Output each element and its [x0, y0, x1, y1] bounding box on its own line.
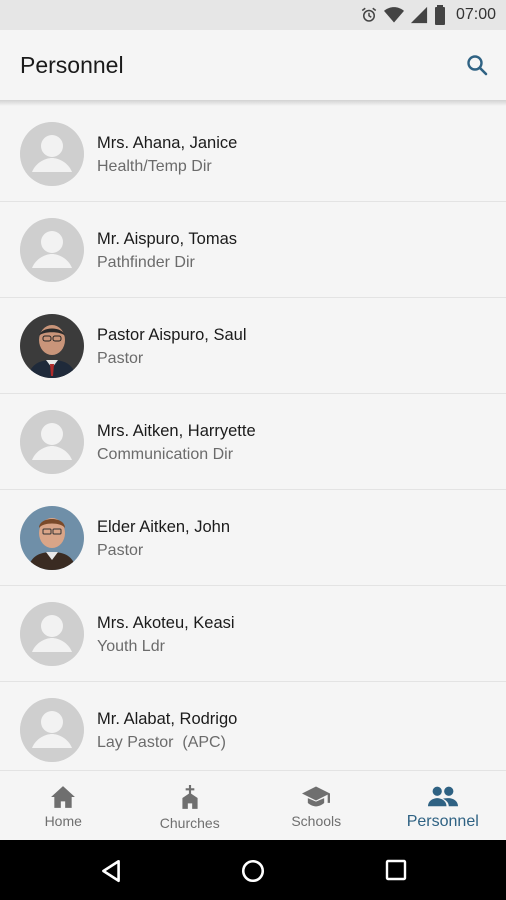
- list-item[interactable]: Mrs. Akoteu, Keasi Youth Ldr: [0, 586, 506, 682]
- person-role: Communication Dir: [97, 446, 234, 463]
- personnel-list[interactable]: Mrs. Ahana, Janice Health/Temp Dir Mr. A…: [0, 106, 506, 770]
- person-name: Mrs. Akoteu, Keasi: [97, 614, 235, 632]
- list-item[interactable]: Mrs. Ahana, Janice Health/Temp Dir: [0, 106, 506, 202]
- back-button[interactable]: [98, 858, 124, 889]
- avatar-placeholder-icon: [20, 410, 84, 474]
- list-item[interactable]: Mr. Alabat, Rodrigo Lay Pastor (APC): [0, 682, 506, 770]
- avatar-placeholder-icon: [20, 218, 84, 282]
- list-item[interactable]: Pastor Aispuro, Saul Pastor: [0, 298, 506, 394]
- person-name: Pastor Aispuro, Saul: [97, 326, 247, 344]
- list-item[interactable]: Mr. Aispuro, Tomas Pathfinder Dir: [0, 202, 506, 298]
- person-name: Mrs. Aitken, Harryette: [97, 422, 256, 440]
- app-bar: Personnel: [0, 30, 506, 100]
- nav-schools-label: Schools: [291, 813, 342, 829]
- avatar-placeholder-icon: [20, 602, 84, 666]
- wifi-icon: [383, 6, 404, 24]
- search-icon: [467, 55, 488, 76]
- avatar-photo: [20, 506, 84, 570]
- home-circle-icon: [241, 859, 265, 883]
- person-name: Elder Aitken, John: [97, 518, 230, 536]
- person-name: Mr. Aispuro, Tomas: [97, 230, 238, 248]
- system-navigation-bar: [0, 840, 506, 900]
- person-role: Pastor: [97, 542, 144, 559]
- person-role: Pastor: [97, 350, 144, 367]
- nav-home[interactable]: Home: [0, 771, 127, 841]
- status-bar: 07:00: [0, 0, 506, 30]
- nav-personnel[interactable]: Personnel: [380, 771, 506, 841]
- person-role: Lay Pastor (APC): [97, 734, 226, 751]
- church-icon: [182, 785, 198, 809]
- nav-churches-label: Churches: [159, 815, 220, 831]
- recents-button[interactable]: [384, 858, 408, 887]
- status-time: 07:00: [455, 6, 496, 23]
- person-role: Youth Ldr: [97, 638, 165, 655]
- person-role: Health/Temp Dir: [97, 158, 212, 175]
- list-item[interactable]: Elder Aitken, John Pastor: [0, 490, 506, 586]
- home-icon: [51, 786, 76, 808]
- graduation-cap-icon: [302, 786, 331, 807]
- alarm-icon: [360, 6, 378, 24]
- person-role: Pathfinder Dir: [97, 254, 195, 271]
- person-name: Mrs. Ahana, Janice: [97, 134, 238, 152]
- person-name: Mr. Alabat, Rodrigo: [97, 710, 238, 728]
- list-item[interactable]: Mrs. Aitken, Harryette Communication Dir: [0, 394, 506, 490]
- home-system-button[interactable]: [240, 858, 266, 889]
- avatar-placeholder-icon: [20, 698, 84, 762]
- avatar-photo: [20, 314, 84, 378]
- bottom-navigation: Home Churches Schools Personnel: [0, 770, 506, 841]
- back-triangle-icon: [102, 859, 120, 883]
- page-title: Personnel: [20, 52, 124, 78]
- recents-square-icon: [385, 859, 407, 881]
- avatar-placeholder-icon: [20, 122, 84, 186]
- people-icon: [427, 786, 458, 807]
- nav-churches[interactable]: Churches: [127, 771, 254, 841]
- nav-schools[interactable]: Schools: [253, 771, 380, 841]
- battery-icon: [434, 5, 446, 25]
- signal-icon: [410, 6, 428, 24]
- nav-personnel-label: Personnel: [406, 813, 479, 830]
- nav-home-label: Home: [44, 813, 82, 829]
- search-button[interactable]: [462, 50, 492, 80]
